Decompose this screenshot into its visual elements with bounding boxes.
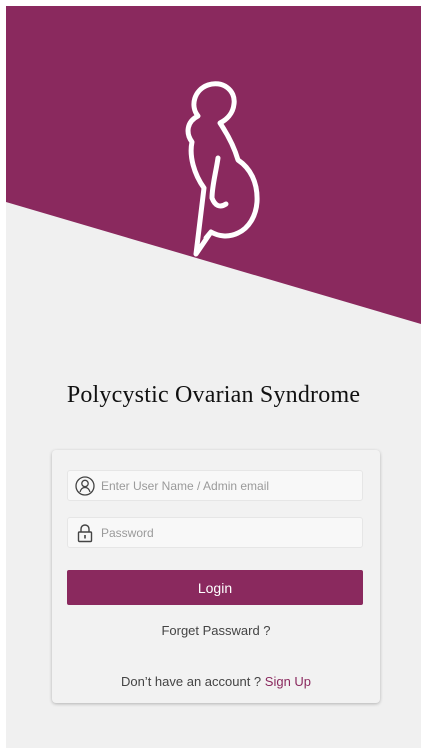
login-screen: Polycystic Ovarian Syndrome Enter User N… (6, 6, 421, 748)
username-field[interactable] (67, 470, 363, 501)
hero-diagonal-shape (6, 6, 421, 324)
hero-banner (6, 6, 421, 326)
app-title: Polycystic Ovarian Syndrome (66, 382, 361, 408)
hero-background (6, 6, 421, 324)
forget-password-link[interactable]: Forget Passward ? (52, 623, 380, 638)
user-circle-icon (75, 476, 95, 496)
signup-row: Don’t have an account ? Sign Up (52, 674, 380, 689)
lock-icon (75, 523, 95, 543)
login-button[interactable]: Login (67, 570, 363, 605)
password-field[interactable] (67, 517, 363, 548)
password-input[interactable] (101, 518, 356, 547)
signup-link[interactable]: Sign Up (265, 674, 311, 689)
username-input[interactable] (101, 471, 356, 500)
login-card: Login Forget Passward ? Don’t have an ac… (52, 450, 380, 703)
signup-prompt: Don’t have an account ? (120, 674, 265, 689)
